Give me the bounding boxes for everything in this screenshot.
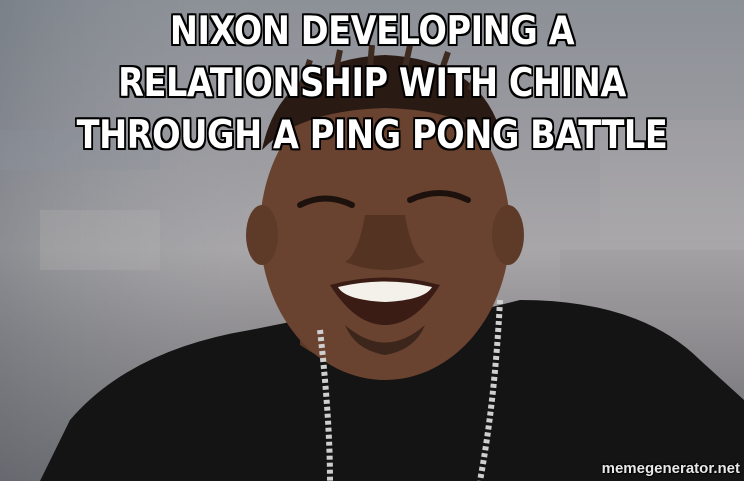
meme-image: NIXON DEVELOPING A RELATIONSHIP WITH CHI… bbox=[0, 0, 744, 481]
watermark: memegenerator.net bbox=[601, 460, 740, 477]
meme-caption: NIXON DEVELOPING A RELATIONSHIP WITH CHI… bbox=[76, 9, 668, 158]
